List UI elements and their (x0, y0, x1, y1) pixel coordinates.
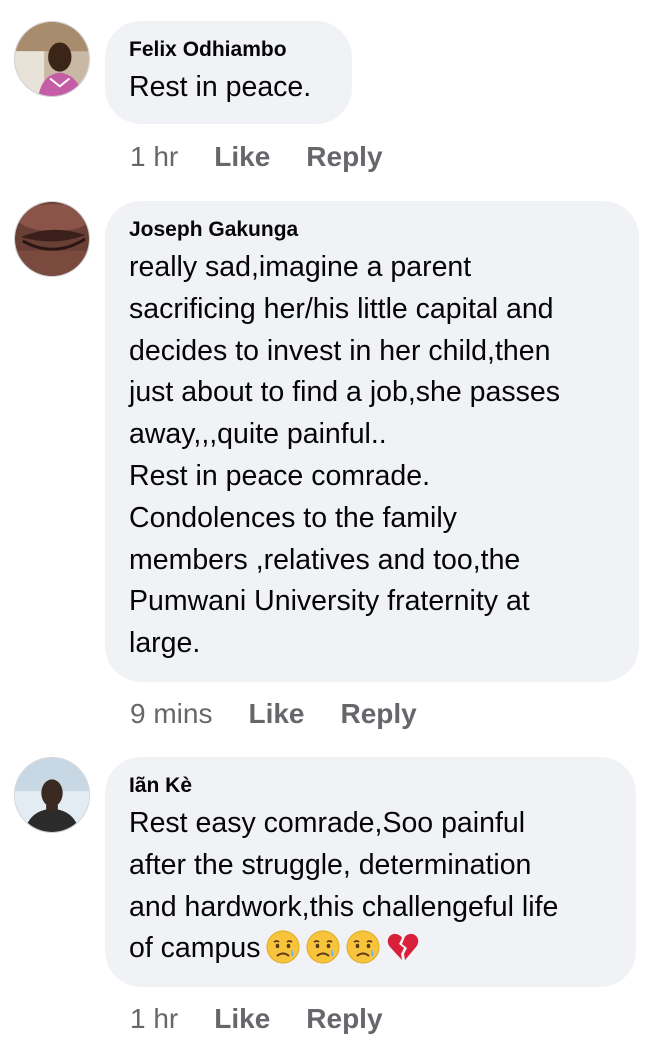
comment-text-line: really sad,imagine a parent (129, 251, 472, 283)
comment-text-line: and hardwork,this challengeful life (129, 890, 559, 923)
comment-text-line: members ,relatives and too,the (129, 543, 521, 576)
broken-heart-icon (386, 930, 420, 964)
like-button[interactable]: Like (214, 1002, 270, 1036)
sad-but-relieved-face-icon (306, 930, 340, 964)
reply-button[interactable]: Reply (341, 697, 417, 731)
like-button[interactable]: Like (214, 140, 270, 174)
reply-button[interactable]: Reply (306, 140, 382, 174)
comment-text-line: of campus (129, 928, 612, 970)
comment-text-line: decides to invest in her child,then (129, 334, 551, 367)
comment-timestamp[interactable]: 1 hr (130, 1002, 178, 1036)
comment-text-line: Rest in peace comrade. (129, 459, 430, 492)
comment-text: Rest in peace. (129, 67, 328, 109)
sad-but-relieved-face-icon (346, 930, 380, 964)
comment-text-line: Rest easy comrade,Soo painful (129, 807, 526, 839)
reply-button[interactable]: Reply (306, 1002, 382, 1036)
comment-bubble: Felix Odhiambo Rest in peace. (105, 21, 352, 124)
comment-text: really sad,imagine a parent sacrificing … (129, 247, 615, 665)
comment-text-line: Condolences to the family (129, 501, 457, 534)
sad-but-relieved-face-icon (266, 930, 300, 964)
like-button[interactable]: Like (248, 697, 304, 731)
avatar[interactable] (14, 757, 90, 833)
comment-text-line: large. (129, 627, 201, 660)
comment-text-line: away,,,quite painful.. (129, 418, 387, 451)
comment-author[interactable]: Joseph Gakunga (129, 217, 615, 243)
avatar[interactable] (14, 201, 90, 277)
comment-author[interactable]: Felix Odhiambo (129, 37, 328, 63)
comment-timestamp[interactable]: 1 hr (130, 140, 178, 174)
comment-actions: 1 hr Like Reply (130, 1002, 383, 1036)
comment-author[interactable]: Iãn Kè (129, 773, 612, 799)
comment-bubble: Joseph Gakunga really sad,imagine a pare… (105, 201, 639, 682)
avatar[interactable] (14, 21, 90, 97)
comment-actions: 9 mins Like Reply (130, 697, 417, 731)
comment-text-line: Rest in peace. (129, 71, 312, 103)
comment-text-line: Pumwani University fraternity at (129, 585, 530, 618)
comment-text-line: after the struggle, determination (129, 848, 532, 881)
comment-text: Rest easy comrade,Soo painful after the … (129, 803, 612, 970)
comment-actions: 1 hr Like Reply (130, 140, 383, 174)
comment-timestamp[interactable]: 9 mins (130, 697, 212, 731)
comment-text-line-text: of campus (129, 932, 261, 965)
comment-text-line: just about to find a job,she passes (129, 376, 560, 409)
comment-text-line: sacrificing her/his little capital and (129, 292, 554, 325)
comment-bubble: Iãn Kè Rest easy comrade,Soo painful aft… (105, 757, 636, 987)
